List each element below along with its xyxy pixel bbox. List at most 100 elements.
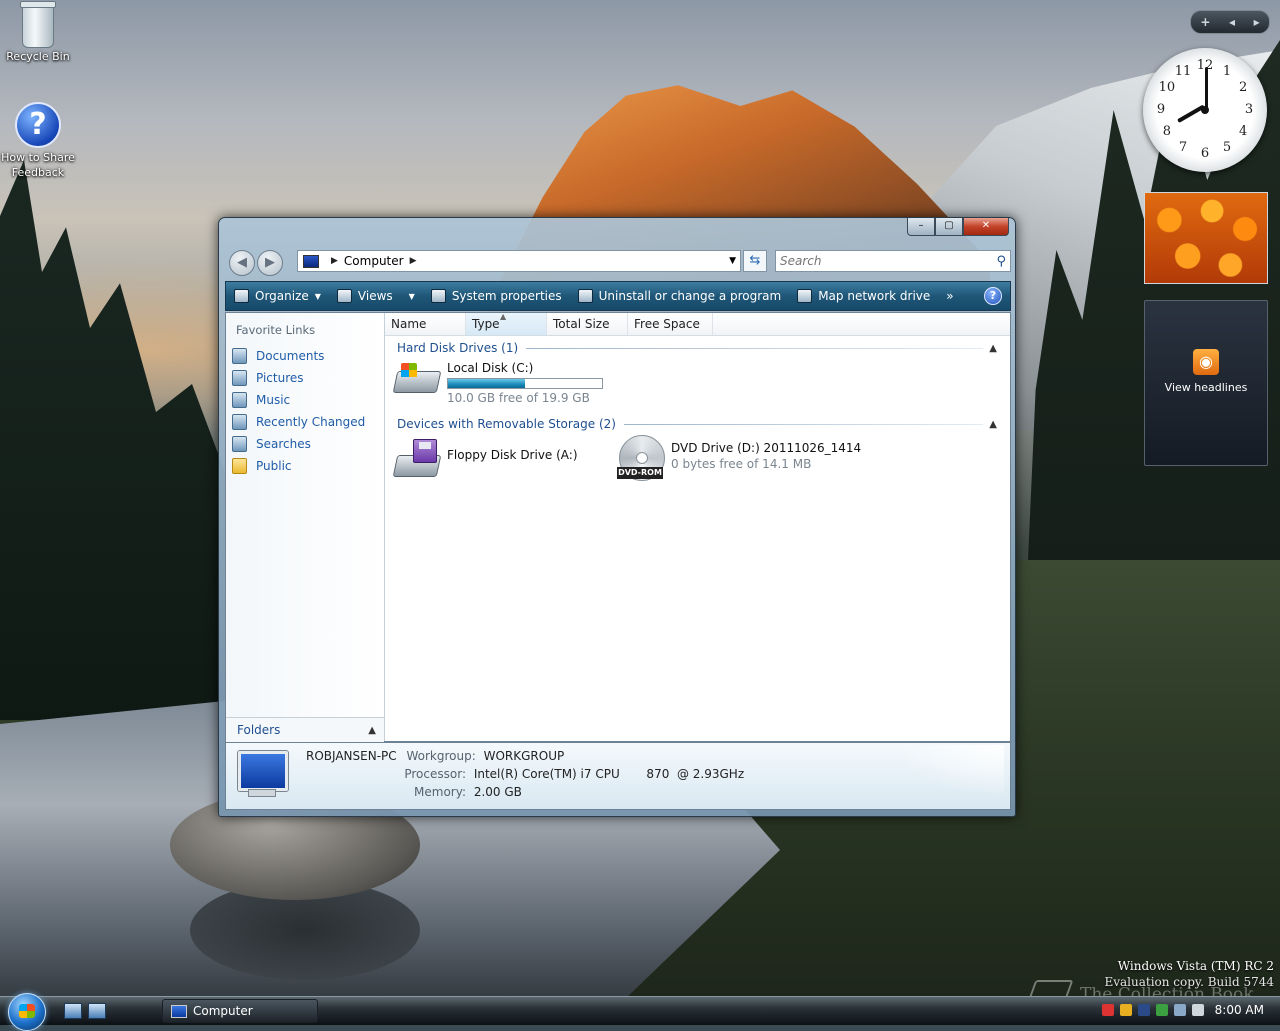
nav-link-label: Recently Changed xyxy=(256,415,366,429)
next-page-icon[interactable]: ▸ xyxy=(1254,15,1260,29)
back-button[interactable]: ◀ xyxy=(229,250,255,276)
column-header-type[interactable]: ▲ Type xyxy=(466,312,547,335)
views-menu[interactable]: Views ▼ xyxy=(329,282,423,310)
nav-link-label: Public xyxy=(256,459,292,473)
navigation-pane: Favorite Links Documents Pictures Music … xyxy=(226,313,385,742)
address-history-dropdown-icon[interactable]: ▼ xyxy=(729,256,736,266)
nav-link-label: Music xyxy=(256,393,291,407)
add-gadget-icon[interactable]: + xyxy=(1200,15,1210,29)
file-list-pane: Name ▲ Type Total Size Free Space Hard D… xyxy=(385,312,1010,741)
drive-floppy-a[interactable]: Floppy Disk Drive (A:) xyxy=(392,439,578,477)
drive-name: Floppy Disk Drive (A:) xyxy=(447,448,578,462)
organize-menu[interactable]: Organize ▼ xyxy=(226,282,329,310)
uninstall-label: Uninstall or change a program xyxy=(598,289,782,303)
network-icon[interactable] xyxy=(1173,1004,1186,1016)
nav-link-music[interactable]: Music xyxy=(232,389,365,411)
update-icon[interactable] xyxy=(1155,1004,1168,1016)
show-desktop-icon[interactable] xyxy=(64,1003,82,1019)
notification-area: 8:00 AM xyxy=(1099,999,1280,1021)
taskbar-button-label: Computer xyxy=(193,1004,253,1018)
decorative-swoosh xyxy=(874,745,1004,805)
chevron-down-icon: ▼ xyxy=(314,291,321,301)
details-pane: ROBJANSEN-PC Workgroup: WORKGROUP Proces… xyxy=(225,742,1011,810)
clock-center-pin xyxy=(1201,106,1209,114)
nav-link-documents[interactable]: Documents xyxy=(232,345,365,367)
views-label: Views xyxy=(357,289,393,303)
explorer-content: Favorite Links Documents Pictures Music … xyxy=(225,312,1011,742)
processor-row: Processor: Intel(R) Core(TM) i7 CPU 870 … xyxy=(366,767,744,781)
memory-label: Memory: xyxy=(414,785,466,799)
share-feedback-shortcut[interactable]: ? How to Share Feedback xyxy=(0,102,76,180)
uninstall-program-button[interactable]: Uninstall or change a program xyxy=(570,282,790,310)
nav-link-pictures[interactable]: Pictures xyxy=(232,367,365,389)
view-headlines-label: View headlines xyxy=(1164,381,1248,394)
folders-label: Folders xyxy=(237,723,281,737)
clock-numeral: 4 xyxy=(1238,124,1248,139)
nav-link-searches[interactable]: Searches xyxy=(232,433,365,455)
volume-icon[interactable] xyxy=(1191,1004,1204,1016)
watermark-line-1: Windows Vista (TM) RC 2 xyxy=(1117,959,1274,973)
search-icon[interactable]: ⚲ xyxy=(996,254,1006,269)
nav-link-public[interactable]: Public xyxy=(232,455,365,477)
recycle-bin-shortcut[interactable]: Recycle Bin xyxy=(0,1,76,63)
search-input[interactable] xyxy=(776,253,982,269)
breadcrumb-chevron-icon[interactable]: ▶ xyxy=(410,256,417,266)
forward-button[interactable]: ▶ xyxy=(257,250,283,276)
group-header-hard-disks[interactable]: Hard Disk Drives (1) ▲ xyxy=(397,339,997,357)
music-icon xyxy=(232,392,247,408)
security-alert-icon[interactable] xyxy=(1101,1004,1114,1016)
workgroup-value: WORKGROUP xyxy=(483,749,565,763)
chevron-up-icon[interactable]: ▲ xyxy=(989,343,997,354)
maximize-button[interactable]: ▢ xyxy=(935,218,963,236)
drive-local-disk-c[interactable]: Local Disk (C:) 10.0 GB free of 19.9 GB xyxy=(392,361,603,405)
address-bar[interactable]: ▶ Computer ▶ ▼ xyxy=(297,250,741,272)
system-properties-icon xyxy=(430,289,446,303)
nav-link-label: Pictures xyxy=(256,371,304,385)
nav-link-recently-changed[interactable]: Recently Changed xyxy=(232,411,365,433)
group-divider xyxy=(623,423,984,425)
taskbar-button-computer[interactable]: Computer xyxy=(162,999,318,1023)
slideshow-gadget[interactable] xyxy=(1144,192,1268,284)
clock-gadget[interactable]: 12 1 2 3 4 5 6 7 8 9 10 11 xyxy=(1143,48,1267,172)
system-properties-label: System properties xyxy=(451,289,562,303)
switch-windows-icon[interactable] xyxy=(88,1003,106,1019)
nav-link-label: Documents xyxy=(256,349,325,363)
folders-toggle[interactable]: Folders ▲ xyxy=(226,717,384,742)
breadcrumb-computer[interactable]: Computer xyxy=(344,254,404,268)
recently-changed-icon xyxy=(232,414,247,430)
display-icon[interactable] xyxy=(1137,1004,1150,1016)
more-commands-button[interactable]: » xyxy=(938,282,961,310)
drive-free-space: 0 bytes free of 14.1 MB xyxy=(671,457,812,471)
refresh-button[interactable]: ⇆ xyxy=(743,250,767,272)
column-header-total-size[interactable]: Total Size xyxy=(547,313,628,335)
minimize-button[interactable]: – xyxy=(907,218,935,236)
feed-headlines-gadget[interactable]: ◉ View headlines xyxy=(1144,300,1268,466)
previous-page-icon[interactable]: ◂ xyxy=(1229,15,1235,29)
column-header-name[interactable]: Name xyxy=(385,313,466,335)
drive-name: Local Disk (C:) xyxy=(447,361,534,375)
start-button[interactable] xyxy=(8,993,46,1031)
shield-icon[interactable] xyxy=(1119,1004,1132,1016)
system-properties-button[interactable]: System properties xyxy=(423,282,570,310)
taskbar-clock[interactable]: 8:00 AM xyxy=(1215,1003,1264,1017)
recycle-bin-label: Recycle Bin xyxy=(6,50,70,63)
close-button[interactable]: ✕ xyxy=(963,218,1009,236)
drive-dvd-d[interactable]: DVD-ROM DVD Drive (D:) 20111026_1414 0 b… xyxy=(617,435,861,481)
map-network-drive-button[interactable]: Map network drive xyxy=(789,282,938,310)
breadcrumb-separator-icon[interactable]: ▶ xyxy=(331,256,338,266)
group-divider xyxy=(526,347,984,349)
column-header-type-label: Type xyxy=(472,317,500,331)
group-header-removable-storage[interactable]: Devices with Removable Storage (2) ▲ xyxy=(397,415,997,433)
uninstall-icon xyxy=(577,289,593,303)
processor-label: Processor: xyxy=(404,767,466,781)
capacity-bar-fill xyxy=(448,379,525,388)
clock-numeral: 3 xyxy=(1244,102,1254,117)
share-feedback-label: How to Share Feedback xyxy=(1,151,75,179)
favorite-links-heading: Favorite Links xyxy=(236,323,316,337)
computer-icon xyxy=(171,1004,187,1018)
chevron-up-icon[interactable]: ▲ xyxy=(989,419,997,430)
chevron-down-icon: ▼ xyxy=(408,291,415,301)
help-icon[interactable]: ? xyxy=(984,287,1002,305)
column-header-free-space[interactable]: Free Space xyxy=(628,313,713,335)
workgroup-label: Workgroup: xyxy=(406,749,476,763)
